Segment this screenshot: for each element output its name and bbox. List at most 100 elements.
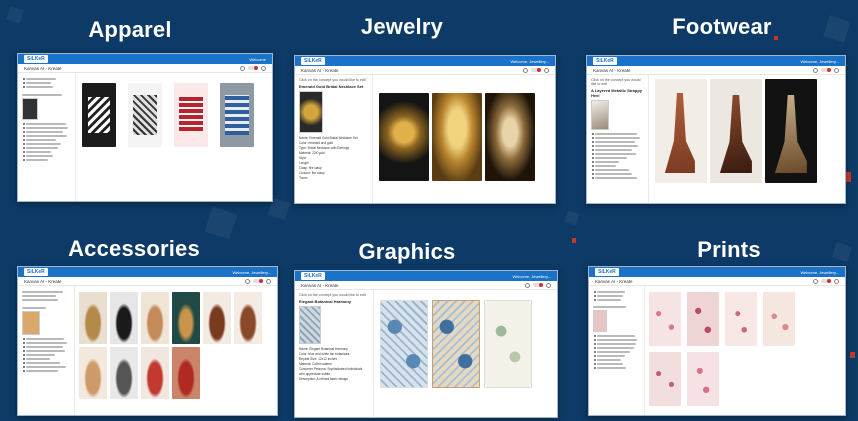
dress-image[interactable] [649,352,682,406]
app-top-bar: SiLKeR Welcome, Jewellery... [295,271,557,281]
app-subtitle: Kanvas AI - Kreate [595,278,633,284]
app-logo: SiLKeR [24,55,48,63]
generated-images [649,75,845,203]
download-icon[interactable] [261,65,266,71]
concept-thumbnail[interactable] [22,311,40,335]
bag-image[interactable] [140,347,169,399]
welcome-text: Welcome, Jewellery... [232,269,271,275]
sweater-image[interactable] [174,83,209,147]
prints-app-screenshot: SiLKeR Welcome, Jewellery... Kanvas AI -… [588,266,846,416]
heel-image[interactable] [764,79,817,183]
footwear-app-screenshot: SiLKeR Welcome, Jewellery... Kanvas AI -… [586,55,846,204]
generated-images [76,73,272,201]
help-icon[interactable] [813,278,818,284]
pattern-image[interactable] [379,300,428,388]
app-logo: SiLKeR [593,57,617,65]
concept-sidebar: Click on the concept you would like to e… [587,75,649,203]
empty-slot [801,292,833,346]
heel-image[interactable] [709,79,762,183]
generated-images [645,286,845,415]
accessories-app-screenshot: SiLKeR Welcome, Jewellery... Kanvas AI -… [17,266,278,416]
sweater-image[interactable] [82,83,117,147]
download-icon[interactable] [544,67,549,73]
help-icon[interactable] [525,282,530,288]
concept-thumbnail[interactable] [299,306,321,344]
heel-image[interactable] [654,79,707,183]
download-icon[interactable] [266,278,271,284]
app-subtitle: Kanvas AI - Kreate [24,278,62,284]
background-decoration [204,206,238,240]
concept-thumbnail[interactable] [593,310,607,332]
app-logo: SiLKeR [595,268,619,276]
sweater-image[interactable] [220,83,255,147]
dress-image[interactable] [725,292,758,346]
app-sub-bar: Kanvas AI - Kreate [587,66,845,75]
pattern-image[interactable] [431,300,480,388]
bag-image[interactable] [202,292,231,344]
mode-toggle[interactable] [531,68,541,72]
section-heading-jewelry: Jewelry [360,14,444,39]
app-top-bar: SiLKeR Welcome, Jewellery... [589,267,845,277]
toolbar-controls [525,282,551,288]
section-heading-accessories: Accessories [68,236,200,261]
app-logo: SiLKeR [301,57,325,65]
app-subtitle: Kanvas AI - Kreate [593,67,631,73]
concept-attributes: Name: Emerald Gold Bridal Necklace Set C… [299,136,368,181]
bag-image[interactable] [78,347,107,399]
download-icon[interactable] [834,67,839,73]
bag-image[interactable] [140,292,169,344]
concept-thumbnail[interactable] [22,98,38,120]
app-sub-bar: Kanvas AI - Kreate [18,64,272,73]
dress-image[interactable] [649,292,682,346]
help-icon[interactable] [813,67,818,73]
toolbar-controls [240,65,266,71]
help-icon[interactable] [240,65,245,71]
bag-image[interactable] [233,292,262,344]
app-top-bar: SiLKeR Welcome [18,54,272,64]
dress-image[interactable] [763,292,796,346]
bag-image[interactable] [78,292,107,344]
concept-thumbnail[interactable] [591,100,609,130]
dress-image[interactable] [687,352,720,406]
pattern-image[interactable] [483,300,532,388]
concept-title[interactable]: A Layered Metallic Strappy Heel [591,88,644,98]
concept-thumbnail[interactable] [299,91,323,133]
edit-hint: Click on the concept you would like to e… [299,78,366,82]
bag-image[interactable] [171,347,200,399]
edit-hint: Click on the concept you would like to e… [591,78,641,86]
concept-attributes: Name: Elegant Botanical Harmony Color: b… [299,347,369,382]
app-subtitle: Kanvas AI - Kreate [301,282,339,288]
app-sub-bar: Kanvas AI - Kreate [18,277,277,286]
mode-toggle[interactable] [821,68,831,72]
toolbar-controls [523,67,549,73]
generated-images [373,75,555,203]
bag-image[interactable] [109,347,138,399]
necklace-image[interactable] [379,93,429,181]
concept-title[interactable]: Emerald Gold Bridal Necklace Set [299,84,368,89]
necklace-image[interactable] [432,93,482,181]
background-decoration [564,210,580,226]
concept-title[interactable]: Elegant Botanical Harmony [299,299,369,304]
mode-toggle[interactable] [253,279,263,283]
concept-sidebar: Click on the concept you would like to e… [295,75,373,203]
welcome-text: Welcome [249,56,266,62]
welcome-text: Welcome, Jewellery... [800,269,839,275]
sweater-image[interactable] [128,83,163,147]
app-subtitle: Kanvas AI - Kreate [24,65,62,71]
help-icon[interactable] [523,67,528,73]
mode-toggle[interactable] [533,283,543,287]
mode-toggle[interactable] [821,279,831,283]
bag-image[interactable] [109,292,138,344]
download-icon[interactable] [834,278,839,284]
concept-sidebar [589,286,646,415]
bag-image[interactable] [171,292,200,344]
necklace-image[interactable] [485,93,535,181]
toolbar-controls [813,278,839,284]
help-icon[interactable] [245,278,250,284]
download-icon[interactable] [546,282,551,288]
concept-sidebar [18,286,75,415]
mode-toggle[interactable] [248,66,258,70]
background-decoration [850,352,855,358]
app-sub-bar: Kanvas AI - Kreate [295,281,557,290]
dress-image[interactable] [687,292,720,346]
